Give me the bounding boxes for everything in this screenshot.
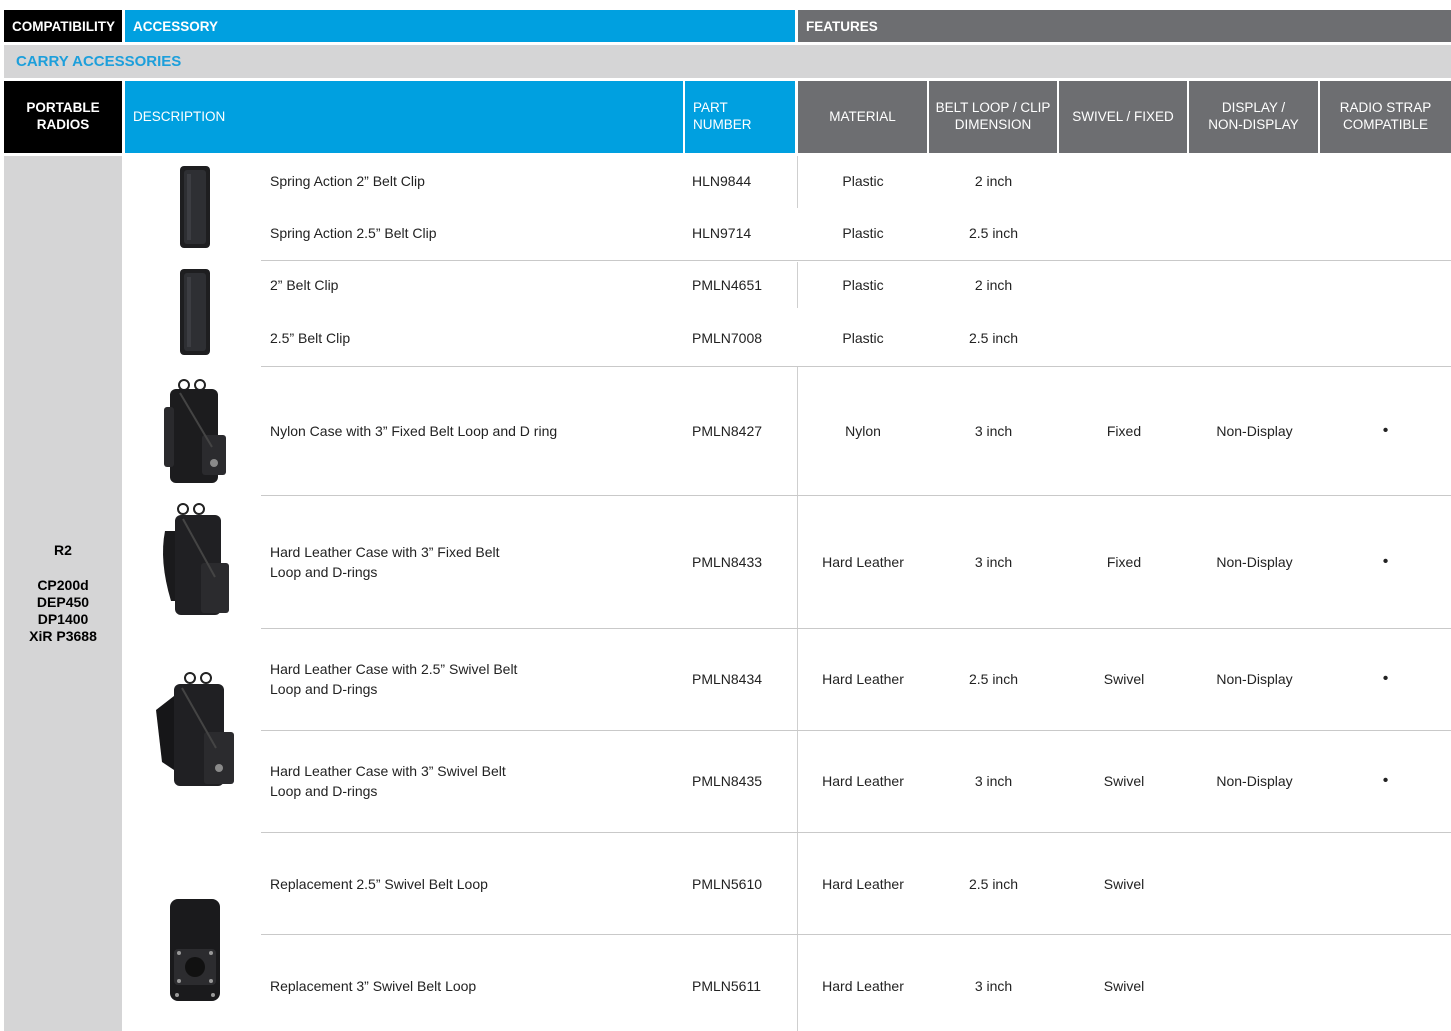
column-header-radios: PORTABLE RADIOS bbox=[4, 81, 122, 153]
column-header-display: DISPLAY / NON-DISPLAY bbox=[1189, 81, 1318, 153]
compatibility-model: DEP450 bbox=[36, 593, 90, 610]
row-clip-dimension: 2.5 inch bbox=[968, 670, 1019, 687]
row-material: Hard Leather bbox=[822, 772, 904, 789]
row-part-number: PMLN8434 bbox=[692, 670, 763, 687]
row-description: Hard Leather Case with 3” Swivel Belt Lo… bbox=[270, 762, 506, 799]
row-display: Non-Display bbox=[1216, 772, 1293, 789]
compatibility-model: CP200d bbox=[37, 576, 89, 593]
row-part-number: PMLN5611 bbox=[692, 977, 762, 994]
row-part-number: HLN9714 bbox=[692, 224, 752, 241]
row-display: Non-Display bbox=[1216, 670, 1293, 687]
row-swivel-fixed: Swivel bbox=[1103, 772, 1145, 789]
column-divider bbox=[797, 367, 798, 1031]
row-divider bbox=[261, 832, 1451, 833]
column-header-description: DESCRIPTION bbox=[125, 81, 683, 153]
row-divider bbox=[261, 366, 1451, 367]
row-divider bbox=[261, 730, 1451, 731]
row-part-number: PMLN8435 bbox=[692, 772, 763, 789]
row-description: Nylon Case with 3” Fixed Belt Loop and D… bbox=[270, 422, 558, 439]
row-description: Replacement 3” Swivel Belt Loop bbox=[270, 977, 477, 994]
belt-clip-image bbox=[140, 163, 250, 251]
row-strap-compatible: • bbox=[1382, 553, 1389, 571]
column-header-part-number: PART NUMBER bbox=[685, 81, 795, 153]
row-clip-dimension: 2.5 inch bbox=[968, 875, 1019, 892]
row-part-number: PMLN5610 bbox=[692, 875, 763, 892]
row-divider bbox=[261, 934, 1451, 935]
column-header-swivel-fixed: SWIVEL / FIXED bbox=[1059, 81, 1187, 153]
row-swivel-fixed: Swivel bbox=[1103, 977, 1145, 994]
row-swivel-fixed: Fixed bbox=[1106, 422, 1142, 439]
row-strap-compatible: • bbox=[1382, 772, 1389, 790]
leather-case-swivel-image bbox=[140, 640, 250, 820]
compatibility-model: XiR P3688 bbox=[29, 628, 97, 645]
row-description: Replacement 2.5” Swivel Belt Loop bbox=[270, 875, 488, 892]
row-description: Hard Leather Case with 2.5” Swivel Belt … bbox=[270, 660, 518, 697]
column-header-clip-dimension: BELT LOOP / CLIP DIMENSION bbox=[929, 81, 1057, 153]
row-material: Hard Leather bbox=[822, 875, 904, 892]
row-material: Hard Leather bbox=[822, 553, 904, 570]
row-material: Plastic bbox=[842, 172, 884, 189]
row-description: Spring Action 2” Belt Clip bbox=[270, 172, 425, 189]
header-features: FEATURES bbox=[798, 10, 1451, 42]
row-description: Spring Action 2.5” Belt Clip bbox=[270, 224, 437, 241]
row-swivel-fixed: Swivel bbox=[1103, 875, 1145, 892]
row-divider bbox=[261, 628, 1451, 629]
row-part-number: PMLN8433 bbox=[692, 553, 763, 570]
compatibility-model: DP1400 bbox=[37, 611, 89, 628]
row-clip-dimension: 2.5 inch bbox=[968, 224, 1019, 241]
header-compatibility: COMPATIBILITY bbox=[4, 10, 122, 42]
compatibility-cell: R2 CP200d DEP450 DP1400 XiR P3688 bbox=[4, 156, 122, 1031]
row-material: Hard Leather bbox=[822, 977, 904, 994]
row-strap-compatible: • bbox=[1382, 670, 1389, 688]
row-swivel-fixed: Fixed bbox=[1106, 553, 1142, 570]
swivel-belt-loop-image bbox=[140, 880, 250, 1020]
column-header-material: MATERIAL bbox=[798, 81, 927, 153]
row-material: Plastic bbox=[842, 329, 884, 346]
row-clip-dimension: 3 inch bbox=[974, 422, 1013, 439]
row-description: Hard Leather Case with 3” Fixed Belt Loo… bbox=[270, 543, 500, 580]
row-clip-dimension: 3 inch bbox=[974, 977, 1013, 994]
row-material: Hard Leather bbox=[822, 670, 904, 687]
compatibility-series: R2 bbox=[54, 541, 72, 558]
row-part-number: PMLN7008 bbox=[692, 329, 763, 346]
row-clip-dimension: 2 inch bbox=[974, 172, 1013, 189]
row-material: Plastic bbox=[842, 224, 884, 241]
row-strap-compatible: • bbox=[1382, 422, 1389, 440]
section-title: CARRY ACCESSORIES bbox=[4, 45, 1451, 78]
row-swivel-fixed: Swivel bbox=[1103, 670, 1145, 687]
row-clip-dimension: 2 inch bbox=[974, 276, 1013, 293]
row-part-number: PMLN4651 bbox=[692, 276, 763, 293]
header-accessory: ACCESSORY bbox=[125, 10, 795, 42]
row-display: Non-Display bbox=[1216, 553, 1293, 570]
row-clip-dimension: 3 inch bbox=[974, 772, 1013, 789]
belt-clip-image bbox=[140, 266, 250, 358]
row-description: 2.5” Belt Clip bbox=[270, 329, 351, 346]
row-display: Non-Display bbox=[1216, 422, 1293, 439]
row-part-number: PMLN8427 bbox=[692, 422, 763, 439]
row-divider bbox=[261, 495, 1451, 496]
row-material: Plastic bbox=[842, 276, 884, 293]
row-divider bbox=[261, 260, 1451, 261]
nylon-case-image bbox=[140, 376, 250, 486]
row-material: Nylon bbox=[845, 422, 881, 439]
leather-case-image bbox=[140, 500, 250, 620]
row-clip-dimension: 3 inch bbox=[974, 553, 1013, 570]
row-part-number: HLN9844 bbox=[692, 172, 752, 189]
row-clip-dimension: 2.5 inch bbox=[968, 329, 1019, 346]
column-header-strap: RADIO STRAP COMPATIBLE bbox=[1320, 81, 1451, 153]
row-description: 2” Belt Clip bbox=[270, 276, 339, 293]
